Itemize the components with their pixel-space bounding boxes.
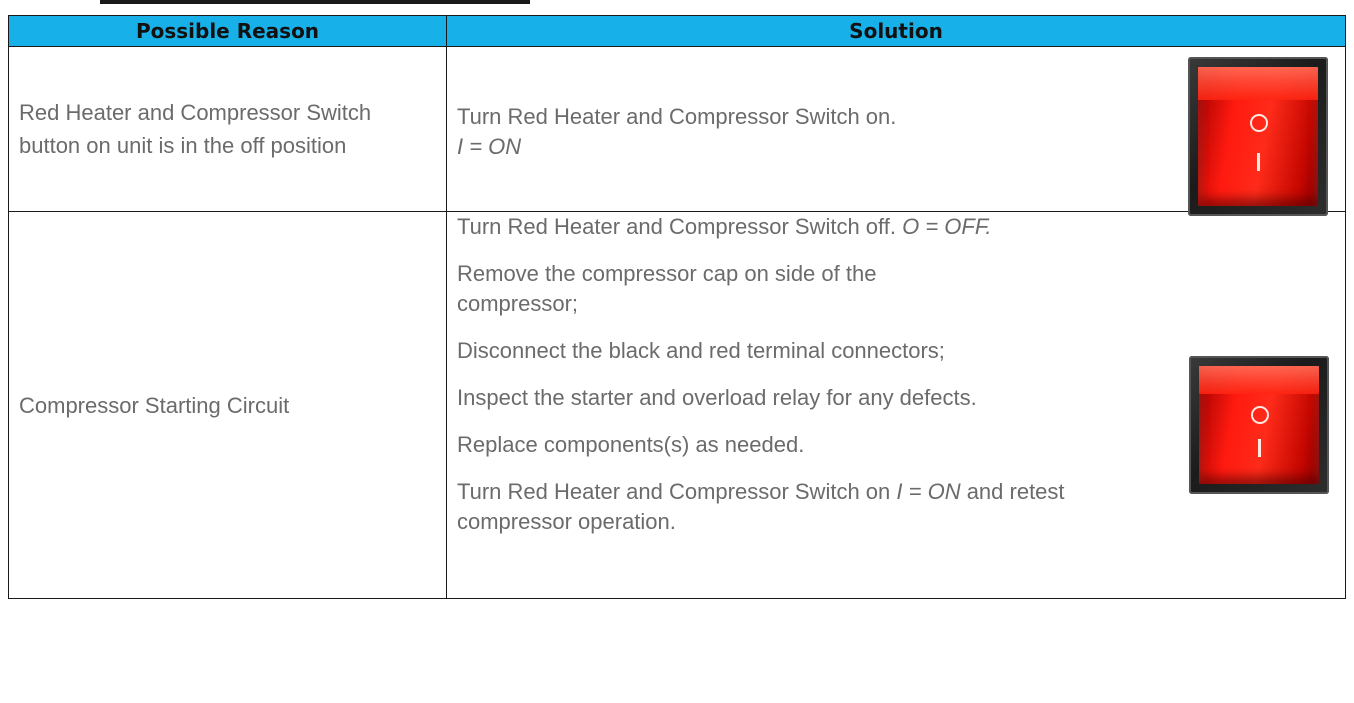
heading-underline xyxy=(100,0,530,4)
solution-line: Remove the compressor cap on side of the xyxy=(457,261,877,286)
reason-cell: Compressor Starting Circuit xyxy=(8,211,447,599)
header-solution: Solution xyxy=(446,15,1346,47)
solution-line: I = ON xyxy=(457,134,522,159)
solution-line: compressor; xyxy=(457,291,579,316)
solution-line: Turn Red Heater and Compressor Switch on… xyxy=(457,479,1065,504)
solution-line: compressor operation. xyxy=(457,509,676,534)
table-header-row: Possible Reason Solution xyxy=(8,15,1346,47)
rocker-switch-icon xyxy=(1189,356,1329,494)
header-possible-reason: Possible Reason xyxy=(8,15,447,47)
solution-line: Turn Red Heater and Compressor Switch of… xyxy=(457,214,992,239)
table-row: Red Heater and Compressor Switch button … xyxy=(8,46,1346,212)
solution-line: Turn Red Heater and Compressor Switch on… xyxy=(457,104,897,129)
reason-cell: Red Heater and Compressor Switch button … xyxy=(8,46,447,212)
rocker-switch-icon xyxy=(1188,57,1328,216)
troubleshooting-table: Possible Reason Solution Red Heater and … xyxy=(8,15,1346,599)
table-row: Compressor Starting Circuit Turn Red Hea… xyxy=(8,211,1346,599)
solution-line: Disconnect the black and red terminal co… xyxy=(457,338,945,363)
solution-line: Inspect the starter and overload relay f… xyxy=(457,385,977,410)
solution-line: Replace components(s) as needed. xyxy=(457,432,805,457)
